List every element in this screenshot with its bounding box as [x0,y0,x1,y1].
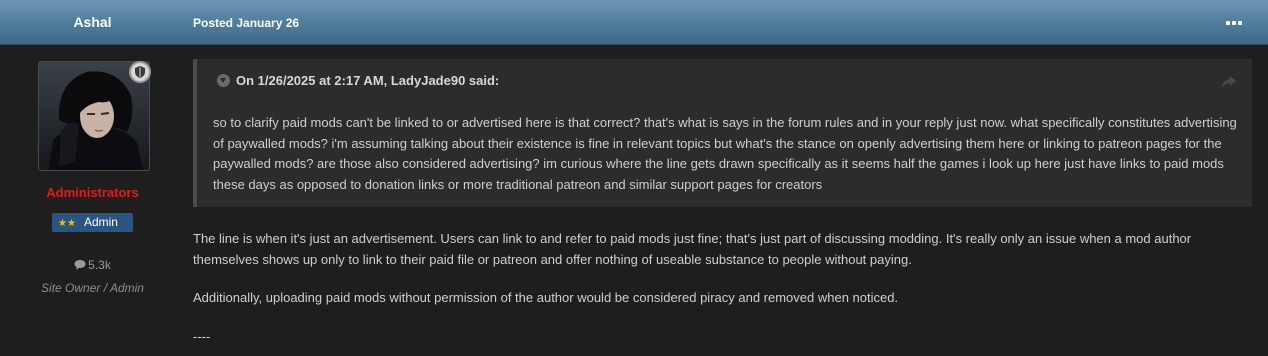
post-count-value: 5.3k [88,258,111,272]
quote-citation: On 1/26/2025 at 2:17 AM, LadyJade90 said… [236,73,500,88]
moderator-shield-icon [129,61,151,83]
post-date[interactable]: Posted January 26 [193,16,299,30]
user-group: Administrators [46,185,139,200]
author-name[interactable]: Ashal [0,14,185,30]
more-options-icon[interactable] [1226,16,1242,28]
collapse-toggle-icon[interactable] [217,74,230,87]
post-content: The line is when it's just an advertisem… [193,229,1243,347]
post-paragraph: Additionally, uploading paid mods withou… [193,290,899,305]
rank-stars-icon: ★★ [58,218,76,229]
comment-icon [74,260,86,270]
rank-label: Admin [83,215,118,229]
rank-badge: ★★ Admin [52,213,133,232]
post-header: Ashal Posted January 26 [0,0,1268,45]
quote-header[interactable]: On 1/26/2025 at 2:17 AM, LadyJade90 said… [217,73,499,88]
post-count: 5.3k [0,258,185,272]
user-title: Site Owner / Admin [41,281,144,295]
share-arrow-icon[interactable] [1221,75,1237,89]
post-separator: ---- [193,328,211,344]
post-paragraph: The line is when it's just an advertisem… [193,231,1192,267]
quote-text: so to clarify paid mods can't be linked … [213,115,1237,192]
quote-block: On 1/26/2025 at 2:17 AM, LadyJade90 said… [193,59,1252,207]
